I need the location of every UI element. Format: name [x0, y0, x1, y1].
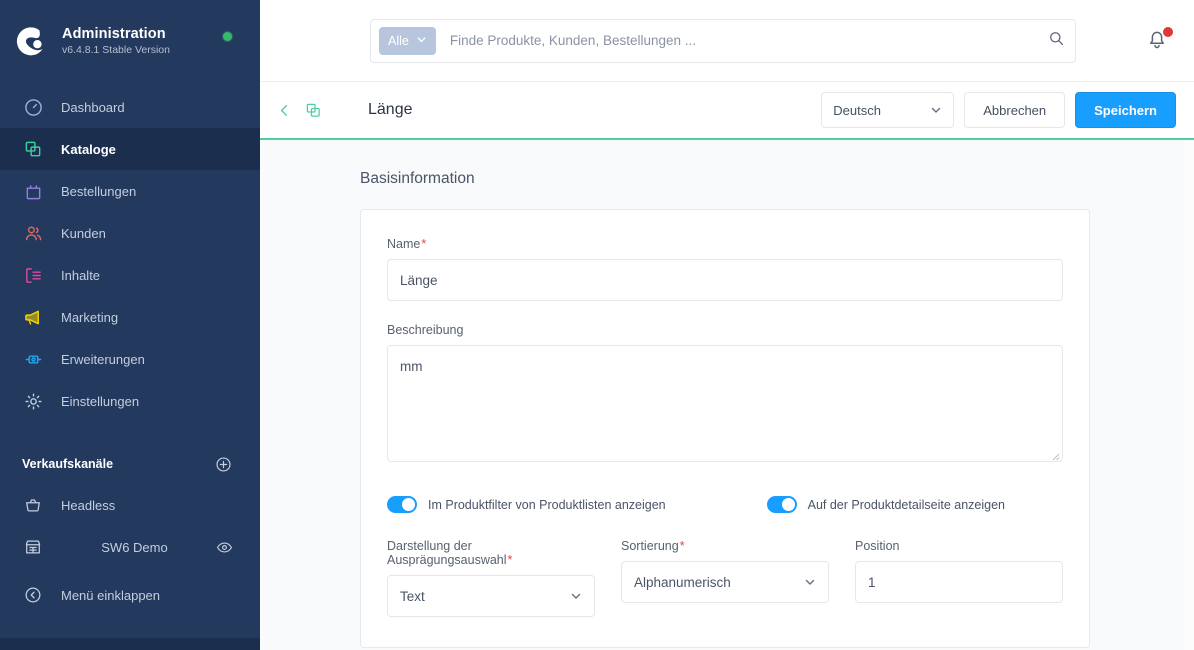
plus-circle-icon[interactable] [215, 456, 232, 473]
extensions-icon [22, 348, 44, 370]
sales-channel-headless[interactable]: Headless [0, 484, 260, 526]
sidebar-item-inhalte[interactable]: Inhalte [0, 254, 260, 296]
basisinformation-card: Name* Beschreibung mm [360, 209, 1090, 648]
admin-app: Administration v6.4.8.1 Stable Version D… [0, 0, 1194, 650]
description-field-label: Beschreibung [387, 323, 464, 337]
gear-icon [22, 390, 44, 412]
sorting-select[interactable]: Alphanumerisch [621, 561, 829, 603]
basket-icon [22, 494, 44, 516]
storefront-icon [22, 536, 44, 558]
toggle-row-group: Im Produktfilter von Produktlisten anzei… [387, 496, 1063, 513]
display-select[interactable]: Text [387, 575, 595, 617]
global-search[interactable]: Alle [370, 18, 1076, 63]
orders-bag-icon [22, 180, 44, 202]
description-field-group: Beschreibung mm [387, 323, 1063, 462]
chevron-down-icon [804, 576, 816, 588]
catalog-icon [22, 138, 44, 160]
page-title: Länge [368, 101, 413, 118]
required-marker: * [507, 553, 513, 567]
notification-badge [1163, 27, 1173, 37]
sidebar-item-label: Marketing [61, 309, 119, 325]
sidebar-item-kataloge[interactable]: Kataloge [0, 128, 260, 170]
content-scrollbar[interactable] [1184, 140, 1194, 650]
sales-channel-label: Headless [61, 497, 116, 513]
main-area: Alle Finde Produkte, Kunden, Bestellunge… [260, 0, 1194, 650]
sidebar-item-kunden[interactable]: Kunden [0, 212, 260, 254]
sidebar-item-label: Kataloge [61, 141, 116, 157]
language-selector[interactable]: Deutsch [821, 92, 955, 128]
chevron-down-icon [416, 34, 427, 48]
chevron-down-icon [930, 104, 942, 116]
toggle-switch[interactable] [766, 496, 797, 513]
search-input[interactable] [435, 33, 1048, 48]
sorting-field-group: Sortierung* Alphanumerisch [621, 539, 829, 617]
page-header: Länge Deutsch Abbrechen Speichern [260, 82, 1194, 140]
display-select-value: Text [400, 588, 425, 604]
toggle-product-filter[interactable]: Im Produktfilter von Produktlisten anzei… [387, 496, 666, 513]
sidebar: Administration v6.4.8.1 Stable Version D… [0, 0, 260, 650]
topbar: Alle [260, 0, 1194, 82]
chevron-left-circle-icon [22, 584, 44, 606]
sidebar-item-label: Erweiterungen [61, 351, 145, 367]
sidebar-item-dashboard[interactable]: Dashboard [0, 86, 260, 128]
sidebar-item-label: Inhalte [61, 267, 101, 283]
megaphone-icon [22, 306, 44, 328]
brand-header: Administration v6.4.8.1 Stable Version [0, 0, 260, 82]
sidebar-item-label: Einstellungen [61, 393, 140, 409]
collapse-menu-button[interactable]: Menü einklappen [0, 574, 260, 616]
sorting-field-label: Sortierung* [621, 539, 685, 553]
position-field-label: Position [855, 539, 900, 553]
name-field-label: Name* [387, 237, 427, 251]
section-title: Basisinformation [360, 170, 475, 187]
sidebar-item-label: Bestellungen [61, 183, 137, 199]
status-dot [223, 32, 232, 41]
sidebar-item-einstellungen[interactable]: Einstellungen [0, 380, 260, 422]
sorting-select-value: Alphanumerisch [634, 574, 731, 590]
main-navigation: Dashboard Kataloge Bestellungen Kunden I… [0, 86, 260, 422]
content-icon [22, 264, 44, 286]
toggle-product-detail-page[interactable]: Auf der Produktdetailseite anzeigen [766, 496, 1005, 513]
sidebar-item-bestellungen[interactable]: Bestellungen [0, 170, 260, 212]
toggle-switch[interactable] [387, 496, 417, 513]
sidebar-item-erweiterungen[interactable]: Erweiterungen [0, 338, 260, 380]
description-textarea[interactable]: mm [387, 345, 1063, 462]
display-field-label: Darstellung der Ausprägungsauswahl* [387, 539, 513, 567]
position-input[interactable] [855, 561, 1063, 603]
toggle-label: Auf der Produktdetailseite anzeigen [807, 497, 1005, 512]
sidebar-item-marketing[interactable]: Marketing [0, 296, 260, 338]
chevron-left-icon[interactable] [276, 102, 293, 119]
customers-icon [22, 222, 44, 244]
save-button[interactable]: Speichern [1075, 92, 1176, 128]
sidebar-item-label: Dashboard [61, 99, 125, 115]
brand-version: v6.4.8.1 Stable Version [62, 44, 170, 57]
dashboard-icon [22, 96, 44, 118]
duplicate-icon[interactable] [305, 102, 322, 119]
shopware-logo-icon [14, 24, 48, 58]
display-field-group: Darstellung der Ausprägungsauswahl* Text [387, 539, 595, 617]
sidebar-item-label: Kunden [61, 225, 106, 241]
search-icon[interactable] [1048, 30, 1065, 52]
content-area: Basisinformation Name* Beschreibung mm [260, 140, 1194, 650]
sidebar-footer-strip [0, 638, 260, 650]
sales-channels-header: Verkaufskanäle [0, 444, 260, 484]
chevron-down-icon [570, 590, 582, 602]
notifications-button[interactable] [1144, 26, 1174, 56]
collapse-menu-label: Menü einklappen [61, 587, 161, 603]
eye-icon[interactable] [216, 539, 234, 556]
required-marker: * [679, 539, 685, 553]
toggle-label: Im Produktfilter von Produktlisten anzei… [428, 497, 666, 512]
position-field-group: Position [855, 539, 1063, 617]
sales-channel-sw6-demo[interactable]: SW6 Demo [0, 526, 260, 568]
name-input[interactable] [387, 259, 1063, 301]
name-field-group: Name* [387, 237, 1063, 301]
required-marker: * [421, 237, 427, 251]
language-value: Deutsch [833, 102, 881, 118]
sales-channels-heading: Verkaufskanäle [22, 457, 114, 471]
search-scope-label: Alle [388, 33, 409, 48]
sales-channel-label: SW6 Demo [101, 539, 168, 555]
cancel-button[interactable]: Abbrechen [964, 92, 1066, 128]
search-scope-selector[interactable]: Alle [379, 26, 436, 55]
settings-row: Darstellung der Ausprägungsauswahl* Text [387, 539, 1063, 617]
brand-title: Administration [62, 25, 166, 42]
